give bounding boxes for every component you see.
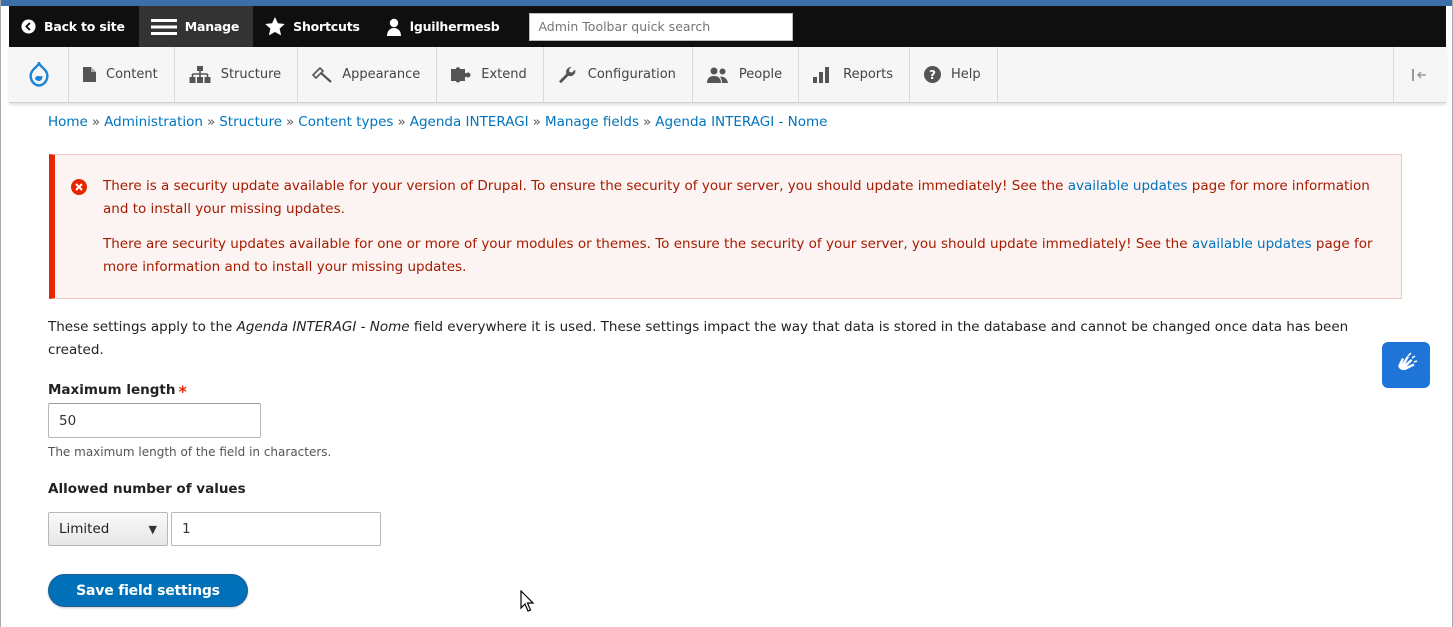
breadcrumb-content-types[interactable]: Content types bbox=[298, 114, 393, 130]
puzzle-icon bbox=[451, 66, 471, 83]
max-length-label: Maximum length * bbox=[48, 382, 187, 401]
user-label: lguilhermesb bbox=[409, 19, 500, 34]
breadcrumb-structure[interactable]: Structure bbox=[219, 114, 282, 130]
back-to-site-link[interactable]: Back to site bbox=[9, 6, 139, 47]
user-tab[interactable]: lguilhermesb bbox=[374, 6, 514, 47]
hamburger-icon bbox=[150, 18, 177, 36]
cardinality-number-input[interactable] bbox=[171, 512, 381, 546]
breadcrumb-separator: » bbox=[643, 114, 652, 130]
security-update-alert: There is a security update available for… bbox=[49, 154, 1402, 299]
menu-item-configuration-label: Configuration bbox=[587, 67, 676, 82]
manage-label: Manage bbox=[184, 19, 240, 34]
sitemap-icon bbox=[189, 66, 211, 83]
max-length-label-text: Maximum length bbox=[48, 382, 176, 398]
description-text: These settings apply to the bbox=[48, 319, 237, 335]
help-icon: ? bbox=[924, 66, 941, 83]
breadcrumb-separator: » bbox=[532, 114, 541, 130]
menu-item-extend-label: Extend bbox=[481, 67, 527, 82]
menu-item-reports[interactable]: Reports bbox=[799, 46, 910, 103]
alert-message-modules: There are security updates available for… bbox=[103, 233, 1375, 279]
available-updates-link[interactable]: available updates bbox=[1192, 236, 1312, 252]
back-to-site-label: Back to site bbox=[44, 19, 125, 34]
breadcrumb-separator: » bbox=[286, 114, 295, 130]
star-icon bbox=[265, 17, 285, 36]
cardinality-selected-value: Limited bbox=[59, 521, 110, 537]
collapse-tray-icon[interactable] bbox=[1393, 46, 1446, 103]
allowed-values-label: Allowed number of values bbox=[48, 481, 246, 497]
people-icon bbox=[706, 67, 729, 83]
manage-tab[interactable]: Manage bbox=[138, 6, 254, 47]
svg-text:?: ? bbox=[929, 68, 936, 82]
menu-item-appearance[interactable]: Appearance bbox=[298, 46, 438, 103]
breadcrumb-administration[interactable]: Administration bbox=[104, 114, 203, 130]
dropdown-arrow-icon: ▼ bbox=[148, 522, 157, 536]
user-icon bbox=[386, 18, 402, 36]
breadcrumb-field-nome[interactable]: Agenda INTERAGI - Nome bbox=[655, 114, 827, 130]
menu-item-appearance-label: Appearance bbox=[342, 67, 421, 82]
breadcrumb-agenda-interagi[interactable]: Agenda INTERAGI bbox=[410, 114, 529, 130]
alert-message-core-text: There is a security update available for… bbox=[103, 178, 1068, 194]
menu-item-help-label: Help bbox=[951, 67, 981, 82]
menu-item-reports-label: Reports bbox=[843, 67, 893, 82]
alert-message-core: There is a security update available for… bbox=[103, 175, 1375, 221]
menu-item-help[interactable]: ? Help bbox=[910, 46, 998, 103]
menu-item-content[interactable]: Content bbox=[69, 46, 175, 103]
breadcrumb: Home» Administration» Structure» Content ty… bbox=[48, 114, 827, 130]
menu-item-content-label: Content bbox=[106, 67, 158, 82]
file-icon bbox=[83, 67, 96, 82]
max-length-input[interactable] bbox=[48, 403, 261, 438]
admin-menu-tray: Content Structure Appearance Extend Conf… bbox=[9, 46, 1446, 103]
available-updates-link[interactable]: available updates bbox=[1068, 178, 1188, 194]
menu-item-structure[interactable]: Structure bbox=[175, 46, 299, 103]
alert-message-modules-text: There are security updates available for… bbox=[103, 236, 1192, 252]
menu-item-people-label: People bbox=[738, 67, 783, 82]
mouse-cursor-icon bbox=[520, 589, 535, 616]
menu-item-extend[interactable]: Extend bbox=[437, 46, 544, 103]
shortcuts-tab[interactable]: Shortcuts bbox=[253, 6, 374, 47]
menu-item-people[interactable]: People bbox=[693, 46, 800, 103]
field-name-emphasis: Agenda INTERAGI - Nome bbox=[236, 319, 410, 335]
drupal-logo-icon[interactable] bbox=[9, 46, 69, 103]
field-settings-description: These settings apply to the Agenda INTER… bbox=[48, 316, 1388, 362]
menu-item-configuration[interactable]: Configuration bbox=[544, 46, 693, 103]
sign-language-accessibility-icon[interactable] bbox=[1382, 342, 1430, 388]
paintbrush-icon bbox=[312, 66, 332, 83]
wrench-icon bbox=[558, 66, 578, 84]
admin-toolbar: Back to site Manage Shortcuts lguilherme… bbox=[9, 6, 1446, 47]
breadcrumb-manage-fields[interactable]: Manage fields bbox=[545, 114, 639, 130]
required-marker: * bbox=[178, 382, 187, 401]
save-field-settings-button[interactable]: Save field settings bbox=[48, 574, 248, 607]
chevron-left-circle-icon bbox=[21, 19, 36, 34]
error-icon bbox=[71, 179, 87, 203]
max-length-help: The maximum length of the field in chara… bbox=[48, 445, 332, 459]
breadcrumb-separator: » bbox=[91, 114, 101, 130]
cardinality-select[interactable]: Limited ▼ bbox=[48, 512, 168, 546]
breadcrumb-separator: » bbox=[206, 114, 216, 130]
admin-toolbar-quick-search-input[interactable] bbox=[529, 12, 794, 41]
menu-item-structure-label: Structure bbox=[220, 67, 282, 82]
bar-chart-icon bbox=[813, 66, 833, 83]
breadcrumb-separator: » bbox=[397, 114, 406, 130]
shortcuts-label: Shortcuts bbox=[293, 19, 360, 34]
breadcrumb-home[interactable]: Home bbox=[48, 114, 88, 130]
